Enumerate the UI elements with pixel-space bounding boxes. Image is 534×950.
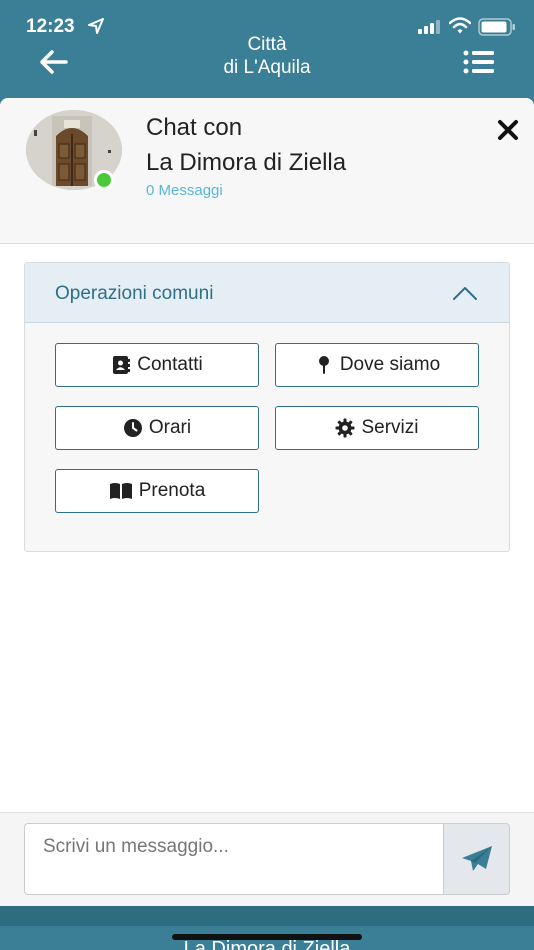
send-button[interactable] <box>443 823 510 895</box>
operations-accordion-header[interactable]: Operazioni comuni <box>25 263 509 323</box>
close-x-icon[interactable] <box>496 118 520 142</box>
book-open-icon <box>109 483 132 499</box>
common-operations-card: Operazioni comuni Contatti Dove siamo Or… <box>24 262 510 552</box>
address-card-icon <box>113 356 131 374</box>
nav-header: Città di L'Aquila <box>0 30 534 96</box>
contatti-label: Contatti <box>137 354 203 375</box>
page-title-line1: Città <box>247 34 287 55</box>
clock-icon <box>123 419 142 437</box>
prenota-label: Prenota <box>138 480 206 501</box>
dove-siamo-button[interactable]: Dove siamo <box>275 343 479 387</box>
page-title-line2: di L'Aquila <box>223 57 311 78</box>
home-indicator[interactable] <box>172 934 362 940</box>
chevron-up-icon <box>453 287 477 300</box>
map-pin-icon <box>318 356 329 374</box>
message-input[interactable] <box>24 823 444 895</box>
list-menu-icon[interactable] <box>462 48 496 76</box>
operations-title: Operazioni comuni <box>55 283 214 304</box>
chat-with-label: Chat con <box>146 114 243 141</box>
orari-button[interactable]: Orari <box>55 406 259 450</box>
servizi-label: Servizi <box>361 417 419 438</box>
online-status-dot <box>94 170 114 190</box>
background-page-strip <box>0 906 534 926</box>
chat-header: Chat con La Dimora di Ziella 0 Messaggi <box>0 98 534 244</box>
orari-label: Orari <box>148 417 192 438</box>
contatti-button[interactable]: Contatti <box>55 343 259 387</box>
prenota-button[interactable]: Prenota <box>55 469 259 513</box>
message-composer <box>0 812 534 906</box>
paper-plane-icon <box>461 846 492 871</box>
chat-contact-name: La Dimora di Ziella <box>146 149 347 176</box>
message-count: 0 Messaggi <box>146 182 223 199</box>
dove-siamo-label: Dove siamo <box>339 354 441 375</box>
gear-icon <box>335 418 355 438</box>
servizi-button[interactable]: Servizi <box>275 406 479 450</box>
chat-panel: Chat con La Dimora di Ziella 0 Messaggi … <box>0 98 534 906</box>
